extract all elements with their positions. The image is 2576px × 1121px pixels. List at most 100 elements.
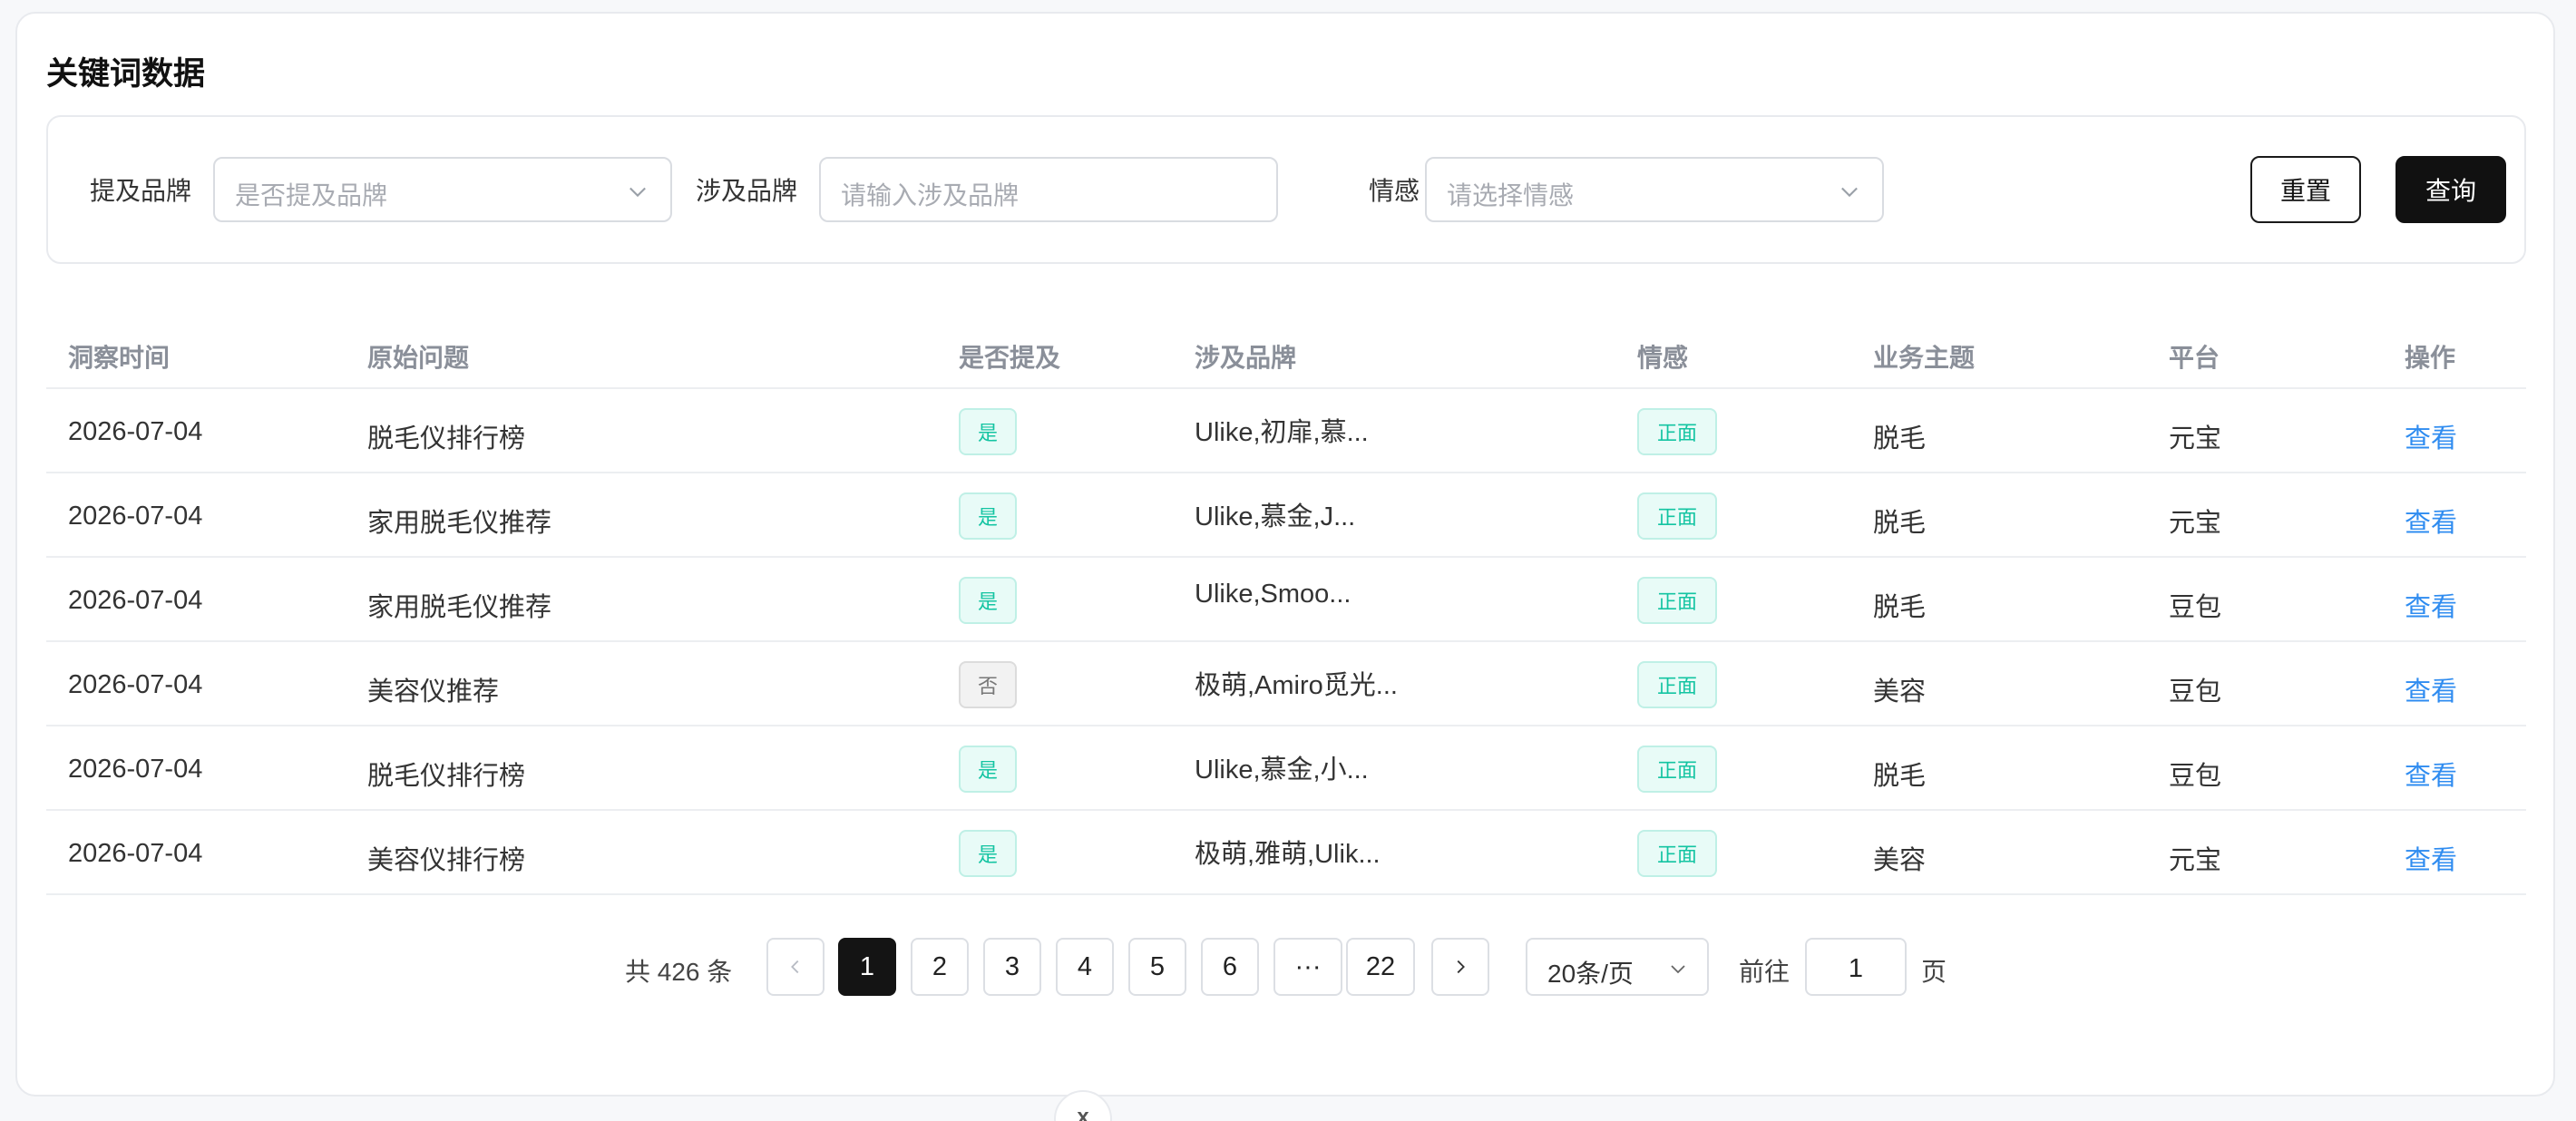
view-link[interactable]: 查看 (2405, 755, 2457, 793)
insight-date: 2026-07-04 (68, 839, 203, 868)
table-row: 2026-07-04 家用脱毛仪推荐 是 Ulike,慕金,J... 正面 脱毛 元宝 查看 (46, 473, 2526, 558)
mentioned-badge: 否 (959, 661, 1017, 708)
mention-filter-label: 提及品牌 (90, 177, 192, 205)
table-row: 2026-07-04 家用脱毛仪推荐 是 Ulike,Smoo... 正面 脱毛 豆包 查看 (46, 558, 2526, 642)
table-header: 洞察时间 原始问题 是否提及 涉及品牌 情感 业务主题 平台 操作 (46, 313, 2526, 389)
brand-input-placeholder: 请输入涉及品牌 (841, 181, 1020, 210)
platform: 元宝 (2169, 424, 2222, 453)
mentioned-badge: 是 (959, 577, 1017, 624)
page-suffix: 页 (1921, 958, 1947, 986)
original-question: 家用脱毛仪推荐 (367, 509, 552, 538)
mentioned-badge: 是 (959, 830, 1017, 877)
sentiment-badge: 正面 (1637, 492, 1717, 540)
insight-date: 2026-07-04 (68, 586, 203, 615)
page-button[interactable]: 22 (1346, 938, 1415, 996)
business-topic: 脱毛 (1873, 509, 1927, 538)
brand-filter-label: 涉及品牌 (696, 177, 798, 205)
original-question: 脱毛仪排行榜 (367, 424, 526, 453)
table-row: 2026-07-04 脱毛仪排行榜 是 Ulike,慕金,小... 正面 脱毛 豆包 查看 (46, 726, 2526, 811)
table-row: 2026-07-04 脱毛仪排行榜 是 Ulike,初扉,慕... 正面 脱毛 元宝 查看 (46, 389, 2526, 473)
insight-date: 2026-07-04 (68, 502, 203, 531)
business-topic: 美容 (1873, 677, 1927, 707)
brands-cell: Ulike,Smoo... (1195, 580, 1351, 609)
sentiment-select[interactable]: 请选择情感 (1425, 157, 1884, 222)
insight-date: 2026-07-04 (68, 417, 203, 446)
page-button[interactable]: 5 (1128, 938, 1186, 996)
prev-page-button[interactable] (766, 938, 825, 996)
page-button[interactable]: 4 (1056, 938, 1114, 996)
filter-bar: 提及品牌 是否提及品牌 涉及品牌 请输入涉及品牌 情感 请选择情感 重置 查询 (46, 115, 2526, 264)
column-header-topic: 业务主题 (1873, 344, 1976, 372)
page-button[interactable]: 6 (1201, 938, 1259, 996)
goto-label: 前往 (1739, 958, 1791, 986)
table-row: 2026-07-04 美容仪排行榜 是 极萌,雅萌,Ulik... 正面 美容 元宝 查看 (46, 811, 2526, 895)
mentioned-badge: 是 (959, 492, 1017, 540)
view-link[interactable]: 查看 (2405, 586, 2457, 624)
brands-cell: Ulike,慕金,J... (1195, 502, 1356, 531)
chevron-down-icon (1671, 965, 1685, 974)
brands-cell: Ulike,初扉,慕... (1195, 418, 1369, 447)
column-header-brands: 涉及品牌 (1195, 344, 1297, 372)
page-size-select[interactable]: 20条/页 (1526, 938, 1709, 996)
mention-select-placeholder: 是否提及品牌 (235, 181, 388, 210)
view-link[interactable]: 查看 (2405, 502, 2457, 540)
chevron-right-icon (1457, 960, 1465, 974)
original-question: 美容仪排行榜 (367, 846, 526, 875)
sentiment-badge: 正面 (1637, 830, 1717, 877)
keyword-table: 洞察时间 原始问题 是否提及 涉及品牌 情感 业务主题 平台 操作 2026-0… (46, 313, 2526, 930)
column-header-mentioned: 是否提及 (959, 344, 1061, 372)
platform: 元宝 (2169, 846, 2222, 875)
platform: 豆包 (2169, 593, 2222, 622)
chevron-left-icon (791, 960, 799, 974)
brands-cell: Ulike,慕金,小... (1195, 755, 1369, 785)
sentiment-select-placeholder: 请选择情感 (1447, 181, 1575, 210)
reset-button[interactable]: 重置 (2250, 156, 2361, 223)
page-size-value: 20条/页 (1547, 960, 1634, 988)
total-count: 共 426 条 (625, 958, 733, 986)
keyword-data-panel: 关键词数据 提及品牌 是否提及品牌 涉及品牌 请输入涉及品牌 情感 请选择情感 … (15, 12, 2555, 1097)
platform: 元宝 (2169, 509, 2222, 538)
page-button[interactable]: 3 (983, 938, 1041, 996)
table-row: 2026-07-04 美容仪推荐 否 极萌,Amiro觅光... 正面 美容 豆包 查看 (46, 642, 2526, 726)
sentiment-badge: 正面 (1637, 661, 1717, 708)
business-topic: 脱毛 (1873, 424, 1927, 453)
brand-input[interactable]: 请输入涉及品牌 (819, 157, 1278, 222)
page-ellipsis[interactable]: ··· (1273, 938, 1342, 996)
brands-cell: 极萌,Amiro觅光... (1195, 671, 1398, 700)
view-link[interactable]: 查看 (2405, 417, 2457, 455)
original-question: 脱毛仪排行榜 (367, 762, 526, 791)
sentiment-badge: 正面 (1637, 408, 1717, 455)
column-header-date: 洞察时间 (68, 344, 171, 372)
brands-cell: 极萌,雅萌,Ulik... (1195, 840, 1381, 869)
column-header-sentiment: 情感 (1637, 344, 1689, 372)
platform: 豆包 (2169, 762, 2222, 791)
view-link[interactable]: 查看 (2405, 670, 2457, 708)
business-topic: 脱毛 (1873, 593, 1927, 622)
sentiment-filter-label: 情感 (1369, 177, 1420, 205)
platform: 豆包 (2169, 677, 2222, 707)
column-header-question: 原始问题 (367, 344, 470, 372)
original-question: 家用脱毛仪推荐 (367, 593, 552, 622)
original-question: 美容仪推荐 (367, 677, 500, 707)
column-header-action: 操作 (2405, 344, 2456, 372)
chevron-down-icon (629, 187, 646, 198)
chevron-down-icon (1841, 187, 1858, 198)
column-header-platform: 平台 (2169, 344, 2220, 372)
mention-select[interactable]: 是否提及品牌 (213, 157, 672, 222)
mentioned-badge: 是 (959, 408, 1017, 455)
pagination: 共 426 条 1 2 3 4 5 6 ··· 22 20条/页 前往 1 页 (0, 938, 2576, 996)
mentioned-badge: 是 (959, 746, 1017, 793)
goto-page-input[interactable]: 1 (1805, 938, 1907, 996)
sentiment-badge: 正面 (1637, 577, 1717, 624)
next-page-button[interactable] (1431, 938, 1489, 996)
sentiment-badge: 正面 (1637, 746, 1717, 793)
insight-date: 2026-07-04 (68, 755, 203, 784)
view-link[interactable]: 查看 (2405, 839, 2457, 877)
page-button[interactable]: 1 (838, 938, 896, 996)
page-button[interactable]: 2 (911, 938, 969, 996)
page-title: 关键词数据 (46, 56, 206, 92)
insight-date: 2026-07-04 (68, 670, 203, 699)
business-topic: 美容 (1873, 846, 1927, 875)
query-button[interactable]: 查询 (2395, 156, 2506, 223)
business-topic: 脱毛 (1873, 762, 1927, 791)
